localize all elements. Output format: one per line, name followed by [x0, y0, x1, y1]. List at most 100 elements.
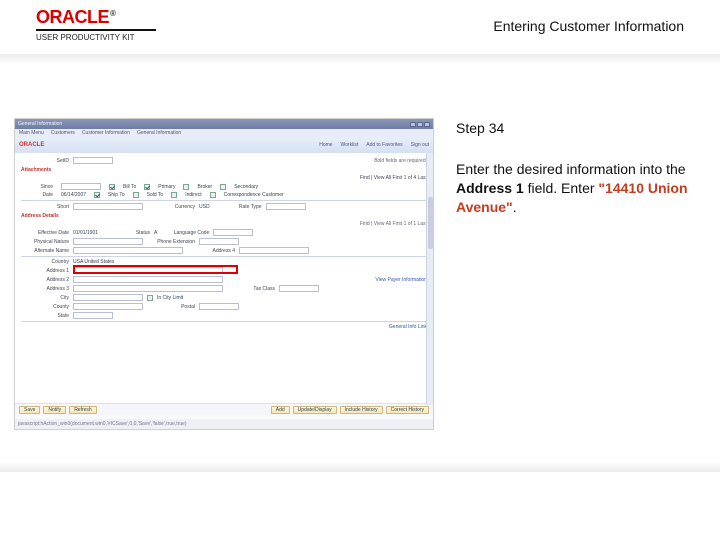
ribbon-link: Worklist	[341, 142, 359, 148]
billto-checkbox[interactable]	[109, 184, 115, 190]
app-breadcrumb-bar: Main Menu Customers Customer Information…	[15, 129, 433, 137]
save-button[interactable]: Save	[19, 406, 40, 414]
tax1-label: Tax Class	[227, 286, 275, 292]
incity-checkbox[interactable]	[147, 295, 153, 301]
billto-label: Bill To	[123, 184, 136, 190]
ribbon-link: Sign out	[411, 142, 429, 148]
page-header: ORACLE® USER PRODUCTIVITY KIT Entering C…	[0, 8, 720, 54]
update-display-button[interactable]: Update/Display	[293, 406, 337, 414]
address3-input[interactable]	[73, 285, 223, 292]
setid-label: SetID	[21, 158, 69, 164]
notify-button[interactable]: Notify	[43, 406, 66, 414]
instr-period: .	[513, 199, 517, 215]
status-value: A	[154, 230, 157, 236]
corr-label: Correspondence Customer	[224, 192, 284, 198]
content-area: General Information Main Menu Customers …	[0, 118, 720, 430]
effdate-label: Effective Date	[21, 230, 69, 236]
header-shadow	[0, 54, 720, 64]
embedded-screenshot: General Information Main Menu Customers …	[14, 118, 434, 430]
altname-input[interactable]	[73, 247, 183, 254]
brand-subtitle: USER PRODUCTIVITY KIT	[36, 33, 156, 42]
tax1-input[interactable]	[279, 285, 319, 292]
brand-divider	[36, 29, 156, 31]
page-title: Entering Customer Information	[493, 18, 684, 34]
short-input[interactable]	[73, 203, 143, 210]
tab-general-link[interactable]: General Info Link	[389, 324, 427, 330]
browser-statusbar: javascript:hAction_win0(document.win0,'#…	[15, 419, 433, 429]
address1-label: Address 1	[21, 268, 69, 274]
corr-checkbox[interactable]	[210, 192, 216, 198]
altname-label: Alternate Name	[21, 248, 69, 254]
app-ribbon: ORACLE Home Worklist Add to Favorites Si…	[15, 137, 433, 153]
status-label: Status	[102, 230, 150, 236]
shipto-label: Ship To	[108, 192, 125, 198]
city-label: City	[21, 295, 69, 301]
instr-field-name: Address 1	[456, 180, 524, 196]
app-body: SetID Bold fields are required. Attachme…	[15, 153, 433, 411]
breadcrumb-item: Customer Information	[82, 130, 130, 136]
lang-input[interactable]	[213, 229, 253, 236]
since-input[interactable]	[61, 183, 101, 190]
secondary-label: Secondary	[234, 184, 258, 190]
soldto-checkbox[interactable]	[133, 192, 139, 198]
ribbon-link: Home	[319, 142, 332, 148]
currency-label: Currency	[147, 204, 195, 210]
primary-checkbox[interactable]	[144, 184, 150, 190]
address2-input[interactable]	[73, 276, 223, 283]
country-label: Country	[21, 259, 69, 265]
ribbon-link: Add to Favorites	[366, 142, 402, 148]
find-pager-2: Find | View All First 1 of 1 Last	[360, 221, 427, 227]
correct-history-button[interactable]: Correct History	[386, 406, 429, 414]
postal-input[interactable]	[199, 303, 239, 310]
county-label: County	[21, 304, 69, 310]
state-input[interactable]	[73, 312, 113, 319]
rate-label: Rate Type	[214, 204, 262, 210]
brand-text: ORACLE	[36, 7, 109, 27]
instruction-panel: Step 34 Enter the desired information in…	[434, 118, 720, 430]
add-button[interactable]: Add	[271, 406, 290, 414]
rate-input[interactable]	[266, 203, 306, 210]
date-value: 06/14/2007	[61, 192, 86, 198]
footer-space	[0, 472, 720, 540]
setid-input[interactable]	[73, 157, 113, 164]
lang-label: Language Code	[161, 230, 209, 236]
phoneext-input[interactable]	[199, 238, 239, 245]
physical-input[interactable]	[73, 238, 143, 245]
since-label: Since	[21, 184, 53, 190]
include-history-button[interactable]: Include History	[340, 406, 383, 414]
close-icon	[424, 122, 430, 127]
instruction-text: Enter the desired information into the A…	[456, 160, 690, 217]
addr4-input[interactable]	[239, 247, 309, 254]
city-input[interactable]	[73, 294, 143, 301]
status-text: javascript:hAction_win0(document.win0,'#…	[18, 421, 187, 427]
breadcrumb-item: Main Menu	[19, 130, 44, 136]
minimize-icon	[410, 122, 416, 127]
app-window-titlebar: General Information	[15, 119, 433, 129]
secondary-checkbox[interactable]	[220, 184, 226, 190]
window-buttons	[410, 122, 430, 127]
date-label: Date	[21, 192, 53, 198]
trademark-icon: ®	[110, 9, 115, 18]
scroll-thumb[interactable]	[428, 197, 433, 249]
refresh-button[interactable]: Refresh	[69, 406, 97, 414]
viewpayer-link[interactable]: View Payer Information	[375, 277, 427, 283]
short-label: Short	[21, 204, 69, 210]
physical-label: Physical Nature	[21, 239, 69, 245]
breadcrumb-item: General Information	[137, 130, 181, 136]
brand-oracle-logo: ORACLE®	[36, 8, 156, 26]
breadcrumb-item: Customers	[51, 130, 75, 136]
indirect-checkbox[interactable]	[171, 192, 177, 198]
broker-checkbox[interactable]	[183, 184, 189, 190]
bold-hint: Bold fields are required.	[374, 158, 427, 164]
instr-pre: Enter the desired information into the	[456, 161, 686, 177]
postal-label: Postal	[147, 304, 195, 310]
highlight-rectangle	[73, 265, 238, 274]
shipto-checkbox[interactable]	[94, 192, 100, 198]
phoneext-label: Phone Extension	[147, 239, 195, 245]
vertical-scrollbar[interactable]	[426, 153, 433, 405]
county-input[interactable]	[73, 303, 143, 310]
address3-label: Address 3	[21, 286, 69, 292]
primary-label: Primary	[158, 184, 175, 190]
app-brand-icon: ORACLE	[19, 142, 44, 148]
footer-shadow	[0, 462, 720, 472]
